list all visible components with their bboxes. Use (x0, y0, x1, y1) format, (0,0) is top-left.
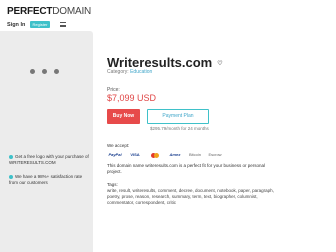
check-icon (9, 154, 13, 159)
domain-title: Writeresults.com ♡ (107, 55, 223, 70)
category-link[interactable]: Education (130, 69, 152, 75)
accept-label: We accept: (107, 143, 130, 148)
tags-list: write, result, writeresults, comment, de… (107, 188, 274, 205)
domain-description: This domain name writeresults.com is a p… (107, 163, 266, 174)
price-value: $7,099 USD (107, 93, 157, 103)
free-logo-note: Get a free logo with your purchase of WR… (9, 154, 89, 165)
mastercard-icon (147, 151, 163, 159)
heart-icon[interactable]: ♡ (217, 60, 222, 67)
satisfaction-note: We have a 98%+ satisfaction rate from ou… (9, 174, 83, 185)
tags-label: Tags: (107, 182, 118, 187)
visa-icon: VISA (130, 152, 140, 157)
register-button[interactable]: Register (30, 21, 50, 28)
payment-plan-button[interactable]: Payment Plan (147, 109, 209, 124)
sign-in-link[interactable]: Sign In (7, 22, 25, 28)
site-logo[interactable]: PERFECTDOMAIN (7, 6, 91, 17)
escrow-icon: Escrow (208, 152, 222, 157)
logo-preview-panel (0, 31, 93, 252)
logo-light: DOMAIN (52, 6, 92, 17)
buy-now-button[interactable]: Buy Now (107, 109, 140, 124)
menu-icon[interactable] (60, 22, 66, 27)
check-icon (9, 174, 13, 179)
paypal-icon: PayPal (108, 152, 122, 157)
category-line: Category: Education (107, 69, 153, 75)
logo-bold: PERFECT (7, 6, 53, 17)
payment-methods: PayPal VISA Amex Bitcoin Escrow (107, 151, 223, 159)
amex-icon: Amex (169, 152, 181, 157)
loading-dots (30, 69, 59, 74)
bitcoin-icon: Bitcoin (188, 152, 201, 157)
monthly-price: $295.79/month for 24 months (150, 126, 209, 131)
